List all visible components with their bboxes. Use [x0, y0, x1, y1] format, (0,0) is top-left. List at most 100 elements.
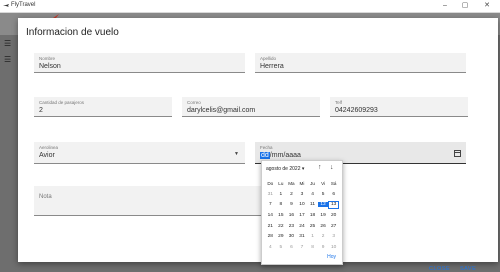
calendar-day-cell[interactable]: 12 [317, 202, 329, 208]
correo-field[interactable]: Correo darylcelis@gmail.com [182, 97, 320, 117]
calendar-day-cell[interactable]: 14 [265, 213, 276, 218]
correo-value: darylcelis@gmail.com [187, 107, 256, 114]
calendar-day-cell[interactable]: 4 [307, 192, 318, 197]
calendar-day-cell[interactable]: 20 [328, 213, 339, 218]
calendar-day-cell[interactable]: 10 [297, 202, 308, 207]
save-button[interactable]: SAVE [460, 266, 476, 272]
aerolinea-select[interactable]: Aerolinea Avior ▼ [34, 142, 245, 164]
fecha-label: Fecha [260, 145, 273, 150]
calendar-day-cell[interactable]: 2 [286, 192, 297, 197]
minimize-button[interactable]: – [436, 1, 454, 11]
list-icon[interactable]: ☰ [4, 40, 14, 48]
calendar-day-cell[interactable]: 11 [307, 202, 318, 207]
calendar-day-cell[interactable]: 7 [297, 245, 308, 250]
fecha-rest-placeholder: /mm/aaaa [269, 152, 301, 159]
calendar-day-cell[interactable]: 5 [276, 245, 287, 250]
telf-field[interactable]: Telf 04242609293 [330, 97, 468, 117]
telf-value: 04242609293 [335, 107, 378, 114]
calendar-day-cell[interactable]: 1 [276, 192, 287, 197]
calendar-day-cell[interactable]: 10 [328, 245, 339, 250]
calendar-day-cell[interactable]: 3 [297, 192, 308, 197]
aerolinea-label: Aerolinea [39, 145, 59, 150]
calendar-grid: Do Lu Ma Mi Ju Vi Sá 31 1 2 3 4 5 6 7 8 9 10 11 12 13 14 15 16 1… [265, 178, 339, 253]
aerolinea-value: Avior [39, 152, 55, 159]
calendar-day-cell[interactable]: 8 [307, 245, 318, 250]
apellido-field[interactable]: Apellido Herrera [255, 53, 466, 73]
calendar-week-row: 7 8 9 10 11 12 13 [265, 199, 339, 210]
calendar-day-cell[interactable]: 31 [297, 234, 308, 239]
previous-month-arrow-icon[interactable]: ↑ [318, 164, 322, 171]
dropdown-arrow-icon: ▼ [234, 151, 239, 157]
calendar-day-cell[interactable]: 15 [276, 213, 287, 218]
calendar-day-cell[interactable]: 7 [265, 202, 276, 207]
list-icon-2[interactable]: ☰ [4, 56, 14, 64]
calendar-day-cell[interactable]: 18 [307, 213, 318, 218]
weekday-label: Vi [321, 180, 326, 186]
weekday-header-row: Do Lu Ma Mi Ju Vi Sá [265, 178, 339, 189]
calendar-day-cell[interactable]: 3 [328, 234, 339, 239]
today-button[interactable]: Hoy [327, 254, 336, 260]
calendar-day-cell[interactable]: 29 [276, 234, 287, 239]
flight-info-dialog: Informacion de vuelo Nombre Nelson Apell… [18, 18, 498, 272]
calendar-day-cell[interactable]: 4 [265, 245, 276, 250]
correo-label: Correo [187, 100, 201, 105]
calendar-day-cell[interactable]: 2 [318, 234, 329, 239]
weekday-label: Do [267, 180, 274, 186]
calendar-week-row: 28 29 30 31 1 2 3 [265, 231, 339, 242]
calendar-day-cell[interactable]: 9 [318, 245, 329, 250]
dialog-title: Informacion de vuelo [26, 27, 119, 38]
nota-label: Nota [39, 194, 52, 200]
date-picker-popup: agosto de 2022 ▾ ↑ ↓ Do Lu Ma Mi Ju Vi Sá 31 1 2 3… [261, 160, 343, 265]
calendar-day-cell[interactable]: 6 [328, 192, 339, 197]
calendar-day-cell[interactable]: 31 [265, 192, 276, 197]
apellido-label: Apellido [260, 56, 277, 61]
calendar-week-row: 31 1 2 3 4 5 6 [265, 189, 339, 200]
calendar-day-cell[interactable]: 22 [276, 224, 287, 229]
nota-field[interactable]: Nota [34, 186, 274, 216]
apellido-value: Herrera [260, 63, 284, 70]
calendar-day-cell[interactable]: 23 [286, 224, 297, 229]
calendar-day-cell[interactable]: 21 [265, 224, 276, 229]
plane-app-icon [3, 4, 9, 7]
calendar-day-cell[interactable]: 30 [286, 234, 297, 239]
month-year-selector[interactable]: agosto de 2022 ▾ [266, 166, 304, 172]
calendar-day-cell[interactable]: 6 [286, 245, 297, 250]
fecha-value: dd/mm/aaaa [260, 152, 301, 159]
weekday-label: Ma [288, 180, 295, 186]
telf-label: Telf [335, 100, 343, 105]
calendar-week-row: 4 5 6 7 8 9 10 [265, 242, 339, 253]
nombre-field[interactable]: Nombre Nelson [34, 53, 245, 73]
calendar-day-cell[interactable]: 26 [318, 224, 329, 229]
calendar-week-row: 21 22 23 24 25 26 27 [265, 221, 339, 232]
calendar-day-cell[interactable]: 1 [307, 234, 318, 239]
calendar-week-row: 14 15 16 17 18 19 20 [265, 210, 339, 221]
calendar-icon[interactable] [454, 150, 461, 157]
calendar-day-cell[interactable]: 13 [328, 200, 339, 209]
close-window-button[interactable]: ✕ [478, 1, 496, 11]
weekday-label: Sá [330, 180, 337, 186]
cantidad-pasajeros-field[interactable]: Cantidad de pasajeros 2 [34, 97, 172, 117]
nombre-label: Nombre [39, 56, 56, 61]
calendar-day-cell[interactable]: 24 [297, 224, 308, 229]
calendar-day-cell[interactable]: 17 [297, 213, 308, 218]
window-titlebar: FlyTravel – ▢ ✕ [0, 0, 500, 13]
next-month-arrow-icon[interactable]: ↓ [330, 164, 334, 171]
calendar-day-cell[interactable]: 8 [276, 202, 287, 207]
calendar-day-cell[interactable]: 28 [265, 234, 276, 239]
window-title: FlyTravel [11, 2, 36, 8]
calendar-day-cell[interactable]: 5 [318, 192, 329, 197]
calendar-day-cell[interactable]: 16 [286, 213, 297, 218]
calendar-day-cell[interactable]: 19 [318, 213, 329, 218]
nombre-value: Nelson [39, 63, 61, 70]
cantidad-label: Cantidad de pasajeros [39, 100, 85, 105]
weekday-label: Mi [299, 180, 305, 186]
weekday-label: Lu [278, 180, 284, 186]
calendar-day-cell[interactable]: 27 [328, 224, 339, 229]
calendar-day-cell[interactable]: 25 [307, 224, 318, 229]
weekday-label: Ju [310, 180, 315, 186]
fecha-day-segment[interactable]: dd [260, 152, 270, 159]
maximize-button[interactable]: ▢ [456, 1, 474, 11]
cantidad-value: 2 [39, 107, 43, 114]
close-button[interactable]: CLOSE [429, 266, 450, 272]
calendar-day-cell[interactable]: 9 [286, 202, 297, 207]
